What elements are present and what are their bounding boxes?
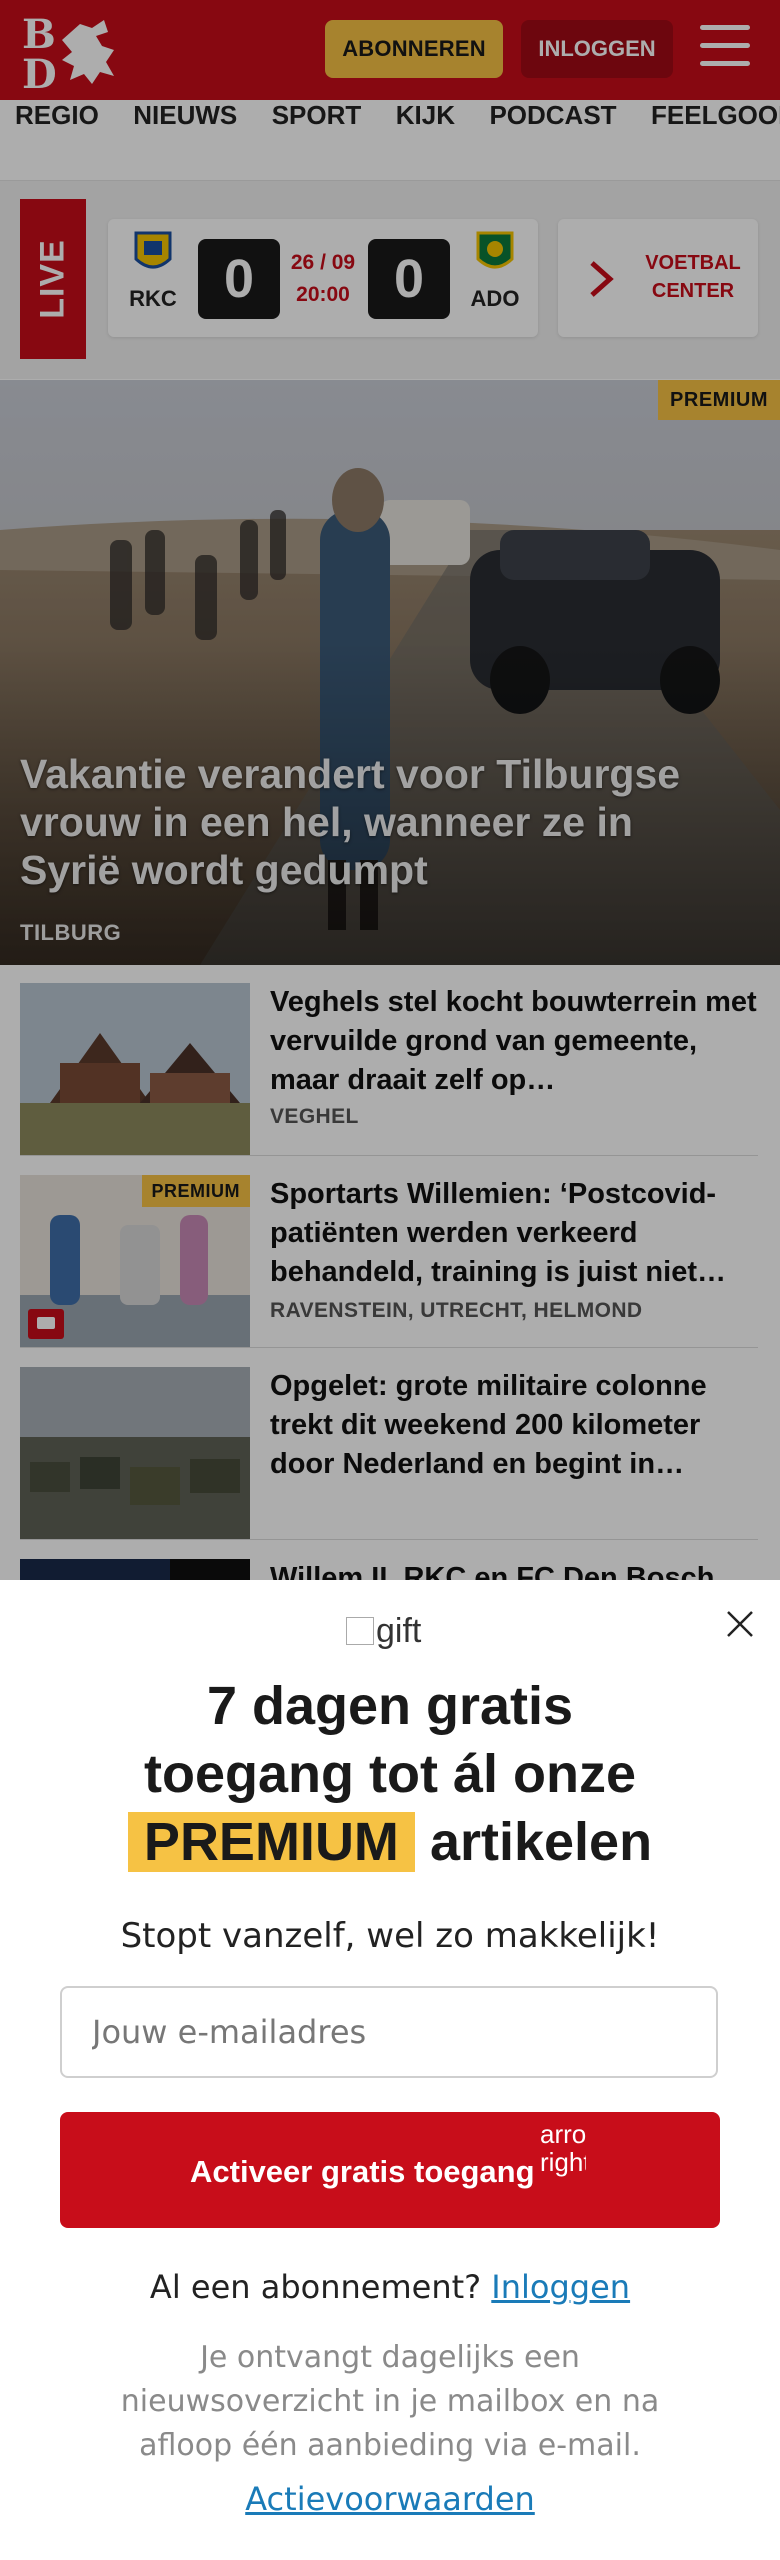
subscribe-button[interactable]: ABONNEREN [325,20,503,78]
away-team-name: ADO [470,286,520,311]
login-button[interactable]: INLOGGEN [521,20,673,78]
activate-free-access-button[interactable]: Activeer gratis toegang arrow right [60,2112,720,2228]
hero-article[interactable]: PREMIUM Vakantie verandert voor Tilburgs… [0,380,780,965]
section-nav: REGIO NIEUWS SPORT KIJK PODCAST FEELGOOD… [0,100,780,181]
premium-trial-modal: gift 7 dagen gratis toegang tot ál onze … [0,1580,780,2560]
match-card[interactable]: RKC 0 26 / 09 20:00 0 ADO [108,219,538,337]
terms-line: Actievoorwaarden [0,2480,780,2518]
svg-text:D: D [22,51,57,92]
live-scores-bar: LIVE RKC 0 26 / 09 20:00 0 ADO VOETBAL C… [0,181,780,379]
modal-login-link[interactable]: Inloggen [491,2268,630,2306]
nav-item-kijk[interactable]: KIJK [396,100,455,131]
comment-icon [28,1309,64,1339]
article-title[interactable]: Veghels stel kocht bouwterrein met vervu… [270,983,758,1100]
site-header: B D ABONNEREN INLOGGEN [0,0,780,100]
nav-item-feelgood[interactable]: FEELGOOD [651,100,780,131]
match-time: 20:00 [296,283,350,306]
article-location: VEGHEL [270,1105,359,1128]
away-team: ADO [460,231,530,312]
article-title[interactable]: Sportarts Willemien: ‘Postcovid-patiënte… [270,1175,758,1292]
home-team-name: RKC [129,286,177,311]
article-thumbnail: PREMIUM [20,1175,250,1347]
voetbal-center-label: VOETBAL CENTER [645,252,741,302]
away-score: 0 [368,239,450,319]
premium-badge: PREMIUM [658,380,780,420]
home-team: RKC [118,231,188,312]
nav-item-nieuws[interactable]: NIEUWS [133,100,237,131]
match-date: 26 / 09 [290,251,356,274]
premium-badge: PREMIUM [141,1175,250,1207]
article-title[interactable]: Opgelet: grote militaire colonne trekt d… [270,1367,758,1484]
gift-image: gift [346,1612,421,1651]
hero-title[interactable]: Vakantie verandert voor Tilburgse vrouw … [20,750,740,894]
chevron-right-icon [590,261,614,297]
article-thumbnail [20,983,250,1155]
existing-subscription-line: Al een abonnement? Inloggen [149,2268,631,2306]
nav-item-podcast[interactable]: PODCAST [489,100,616,131]
fine-print: Je ontvangt dagelijks een nieuwsoverzich… [120,2340,660,2463]
close-icon[interactable] [718,1602,762,1646]
hero-location: TILBURG [20,920,122,945]
article-thumbnail [20,1367,250,1539]
activate-label: Activeer gratis toegang [190,2154,535,2189]
modal-subline: Stopt vanzelf, wel zo makkelijk! [120,1916,660,1956]
live-label: LIVE [20,199,86,359]
list-item[interactable]: PREMIUM Sportarts Willemien: ‘Postcovid-… [20,1157,758,1348]
arrow-right-icon: arrow right [540,2120,586,2177]
modal-headline: 7 dagen gratis toegang tot ál onze PREMI… [0,1672,780,1876]
rkc-crest-icon [134,231,172,269]
article-location: RAVENSTEIN, UTRECHT, HELMOND [270,1299,643,1322]
terms-link[interactable]: Actievoorwaarden [245,2480,535,2518]
list-item[interactable]: Veghels stel kocht bouwterrein met vervu… [20,965,758,1156]
email-field[interactable] [60,1986,718,2078]
ado-crest-icon [476,231,514,269]
list-item[interactable]: Opgelet: grote militaire colonne trekt d… [20,1349,758,1540]
home-score: 0 [198,239,280,319]
menu-icon[interactable] [700,25,754,73]
premium-highlight: PREMIUM [127,1812,415,1872]
nav-item-sport[interactable]: SPORT [272,100,362,131]
voetbal-center-link[interactable]: VOETBAL CENTER [558,219,758,337]
nav-item-regio[interactable]: REGIO [15,100,99,131]
bd-logo[interactable]: B D [22,10,122,92]
match-datetime: 26 / 09 20:00 [286,247,360,311]
